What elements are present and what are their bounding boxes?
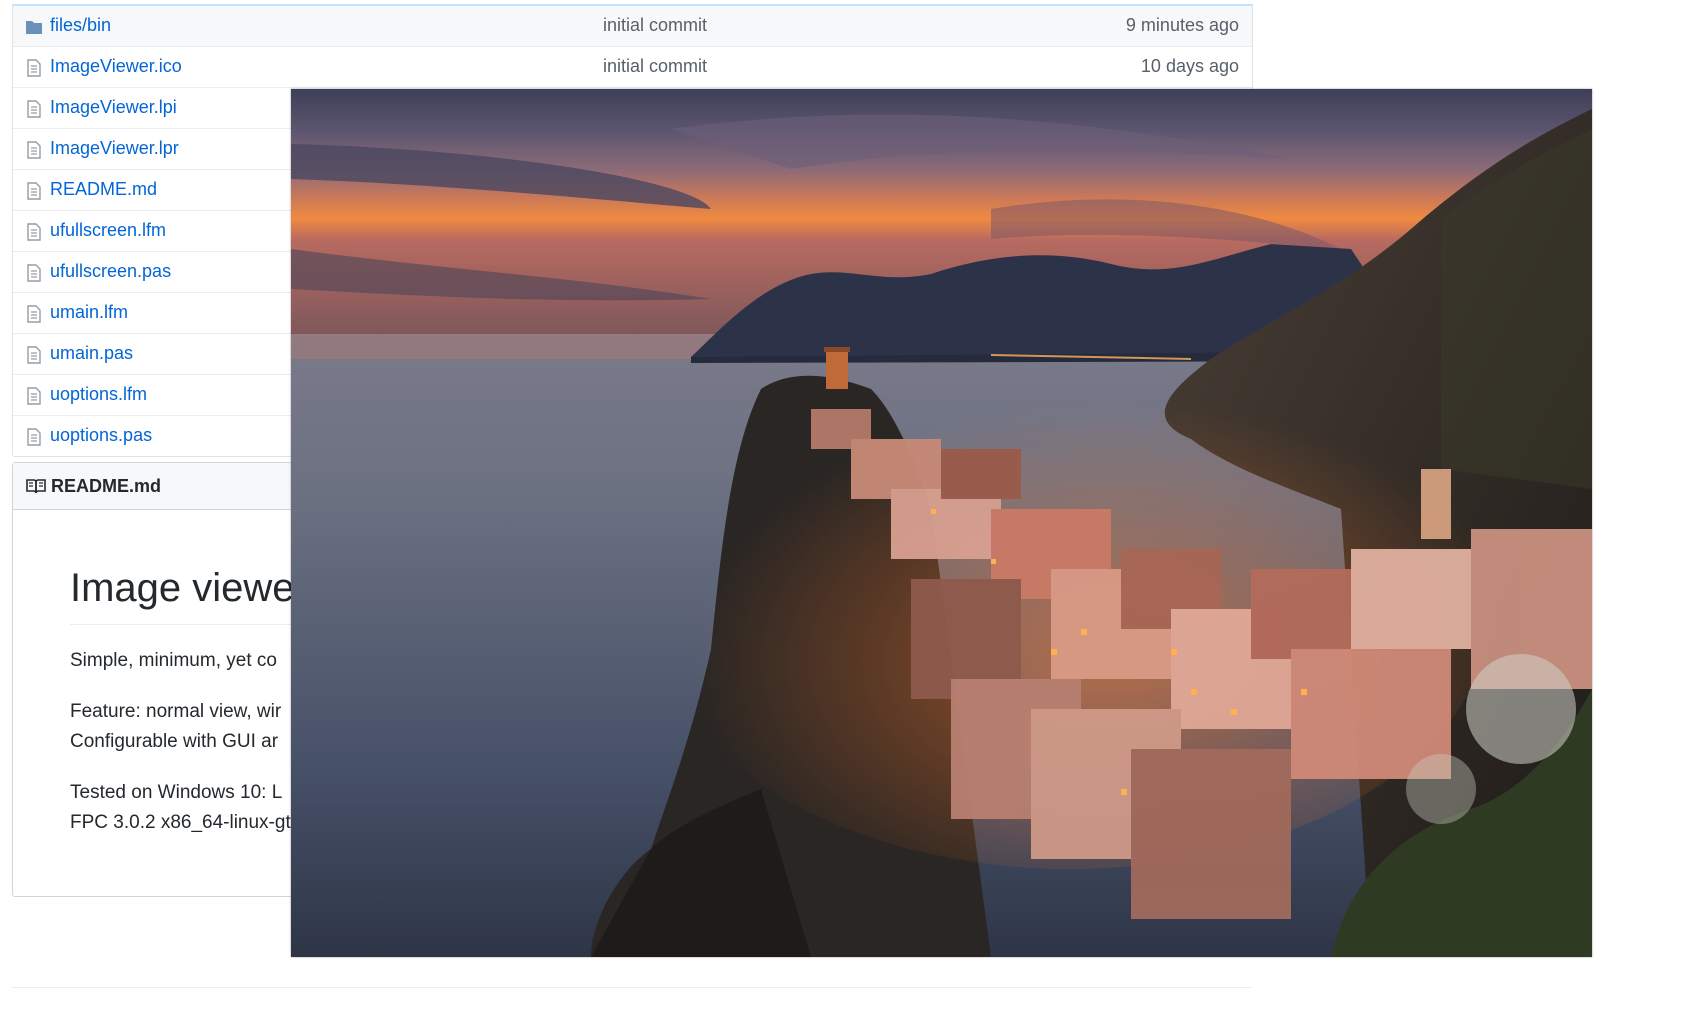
file-icon: [27, 100, 41, 118]
file-icon: [27, 387, 41, 405]
commit-age: 10 days ago: [1140, 56, 1239, 76]
commit-message-link[interactable]: initial commit: [603, 15, 707, 36]
image-viewer[interactable]: [291, 89, 1592, 957]
file-icon: [27, 264, 41, 282]
readme-heading: Image viewe: [70, 566, 295, 610]
readme-paragraph: Feature: normal view, wir: [70, 701, 282, 722]
file-link[interactable]: umain.pas: [50, 343, 133, 364]
file-icon: [27, 141, 41, 159]
file-link[interactable]: uoptions.pas: [50, 425, 152, 446]
file-link[interactable]: README.md: [50, 179, 157, 200]
file-icon: [27, 182, 41, 200]
folder-icon: [26, 21, 42, 34]
file-icon: [27, 59, 41, 77]
file-link[interactable]: ufullscreen.lfm: [50, 220, 166, 241]
commit-age: 9 minutes ago: [1125, 15, 1239, 35]
readme-paragraph: Configurable with GUI ar: [70, 731, 279, 752]
readme-title-link[interactable]: README.md: [51, 476, 161, 497]
file-icon: [27, 346, 41, 364]
photo-sunset-coastal-village-icon: [291, 89, 1592, 957]
file-link[interactable]: uoptions.lfm: [50, 384, 147, 405]
file-row[interactable]: files/bin initial commit 9 minutes ago: [13, 6, 1252, 46]
book-icon: [26, 479, 46, 494]
file-link[interactable]: umain.lfm: [50, 302, 128, 323]
file-icon: [27, 223, 41, 241]
readme-paragraph: Tested on Windows 10: L: [70, 782, 283, 803]
file-link[interactable]: ImageViewer.lpr: [50, 138, 179, 159]
page: files/bin initial commit 9 minutes ago I…: [0, 0, 1694, 1026]
file-link[interactable]: ufullscreen.pas: [50, 261, 171, 282]
file-link[interactable]: ImageViewer.ico: [50, 56, 182, 77]
footer-divider: [12, 987, 1251, 988]
readme-paragraph: Simple, minimum, yet co: [70, 650, 277, 671]
file-icon: [27, 428, 41, 446]
readme-paragraph: FPC 3.0.2 x86_64-linux-gt: [70, 812, 291, 833]
file-link[interactable]: ImageViewer.lpi: [50, 97, 177, 118]
commit-message-link[interactable]: initial commit: [603, 56, 707, 77]
file-row[interactable]: ImageViewer.ico initial commit 10 days a…: [13, 46, 1252, 87]
file-icon: [27, 305, 41, 323]
file-link[interactable]: files/bin: [50, 15, 111, 36]
